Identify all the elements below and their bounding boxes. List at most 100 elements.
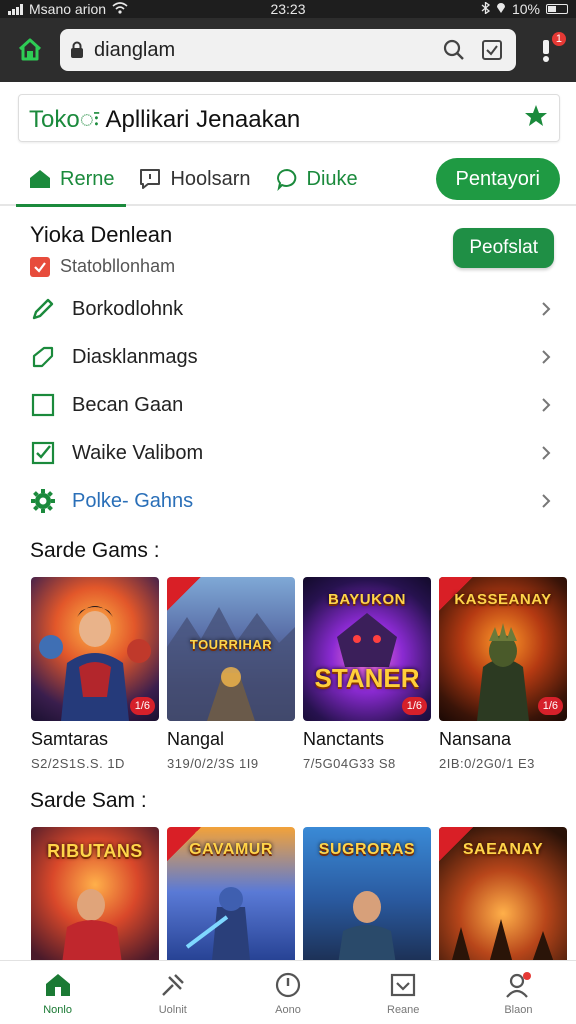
game-art-title: BAYUKON [328,591,406,608]
game-card[interactable]: BAYUKON STANER 1/6 Nanctants 7/5G04G33 S… [303,577,431,771]
wifi-icon [112,1,128,17]
game-name[interactable]: Samtaras [31,729,159,750]
game-name[interactable]: Nansana [439,729,567,750]
game-card[interactable]: 1/6 Samtaras S2/2S1S.S. 1D [31,577,159,771]
nav-label: Blaon [504,1003,533,1016]
menu-item-2[interactable]: Diasklanmags [0,333,576,381]
tab-label: Hoolsarn [170,167,251,190]
store-title: Tokoः Apllikari Jenaakan [29,102,523,135]
tab-chat[interactable]: Diuke [263,153,370,205]
bottom-navigation: Nonlo Uolnit Aono Reane Blaon [0,960,576,1024]
tab-messages[interactable]: Hoolsarn [126,153,262,205]
url-text[interactable]: dianglam [94,39,430,62]
tab-home[interactable]: Rerne [16,153,127,207]
nav-tools[interactable]: Uolnit [115,961,230,1024]
nav-profile[interactable]: Blaon [461,961,576,1024]
search-icon[interactable] [440,36,468,64]
address-bar[interactable]: dianglam [60,29,516,71]
profile-icon [503,970,533,1000]
game-card[interactable]: SUGRORAS [303,827,431,971]
checkbox-empty-icon [30,392,56,418]
game-thumbnail[interactable]: RIBUTANS [31,827,159,971]
tab-label: Diuke [306,167,358,190]
game-art-title: GAVAMUR [189,841,273,858]
nav-inbox[interactable]: Reane [346,961,461,1024]
chevron-right-icon [542,398,551,412]
message-icon [140,169,161,189]
menu-item-1[interactable]: Borkodlohnk [0,285,576,333]
pay-button[interactable]: Pentayori [435,158,560,200]
tabs-icon[interactable] [478,36,506,64]
bluetooth-icon [481,1,491,17]
menu-item-5[interactable]: Polke- Gahns [0,477,576,525]
game-art-title: TOURRIHAR [189,637,273,652]
game-thumbnail[interactable]: TOURRIHAR [167,577,295,721]
section-header: Yioka Denlean Statobllonham Peofslat [0,222,576,277]
game-card[interactable]: SAEANAY [439,827,567,971]
chevron-right-icon [542,302,551,316]
notification-button[interactable]: 1 [526,30,566,70]
status-text: Statobllonham [60,256,176,276]
game-thumbnail[interactable]: 1/6 [31,577,159,721]
game-thumbnail[interactable]: GAVAMUR [167,827,295,971]
star-icon[interactable] [523,103,549,134]
tab-label: Rerne [60,167,115,190]
signal-icon [8,3,23,15]
menu-item-label: Becan Gaan [72,393,184,416]
nav-label: Aono [275,1003,301,1016]
home-icon [30,170,50,188]
store-title-accent: Tokoः [29,105,99,133]
game-badge: 1/6 [537,697,563,715]
game-art-title: SUGRORAS [318,841,416,858]
game-card[interactable]: GAVAMUR [167,827,295,971]
game-name[interactable]: Nanctants [303,729,431,750]
menu-item-4[interactable]: Waike Valibom [0,429,576,477]
game-meta: 7/5G04G33 S8 [303,756,396,771]
clock-icon [273,970,303,1000]
notification-badge: 1 [551,32,566,46]
game-art-subtitle: STANER [314,663,420,693]
settings-menu: Borkodlohnk Diasklanmags Becan Gaan Waik… [0,285,576,525]
chevron-right-icon [542,494,551,508]
location-icon [496,1,506,17]
primary-action-button[interactable]: Peofslat [453,228,554,268]
nav-label: Reane [387,1003,420,1016]
game-thumbnail[interactable]: SUGRORAS [303,827,431,971]
nav-label: Nonlo [43,1003,72,1016]
game-art-title: KASSEANAY [454,591,552,608]
game-name[interactable]: Nangal [167,729,295,750]
tools-icon [158,970,188,1000]
store-title-rest: Apllikari Jenaakan [105,105,301,133]
chat-icon [276,168,296,191]
game-art-title: RIBUTANS [47,841,143,861]
browser-toolbar: dianglam 1 [0,18,576,82]
battery-percent: 10% [511,1,540,17]
clock-time: 23:23 [270,1,306,17]
game-card[interactable]: KASSEANAY 1/6 Nansana 2IB:0/2G0/1 E3 [439,577,567,771]
home-button[interactable] [10,30,50,70]
game-thumbnail[interactable]: KASSEANAY 1/6 [439,577,567,721]
chevron-right-icon [542,350,551,364]
game-thumbnail[interactable]: BAYUKON STANER 1/6 [303,577,431,721]
menu-item-label: Waike Valibom [72,441,204,464]
checkbox-checked-icon[interactable] [30,256,50,277]
games-row-1: 1/6 Samtaras S2/2S1S.S. 1D TOURRIHAR Nan… [0,577,576,771]
games-section-title: Sarde Gams : [30,539,160,562]
carrier-label: Msano arion [29,1,107,17]
home-icon [43,970,73,1000]
game-meta: 319/0/2/3S 1I9 [167,756,259,771]
nav-home[interactable]: Nonlo [0,961,115,1024]
menu-item-label: Polke- Gahns [72,489,194,512]
game-card[interactable]: RIBUTANS [31,827,159,971]
game-card[interactable]: TOURRIHAR Nangal 319/0/2/3S 1I9 [167,577,295,771]
menu-item-3[interactable]: Becan Gaan [0,381,576,429]
game-thumbnail[interactable]: SAEANAY [439,827,567,971]
games-row-2: RIBUTANS GAVAMUR SUGRORAS SAEANAY [0,827,576,971]
nav-activity[interactable]: Aono [230,961,345,1024]
lock-icon [71,41,83,58]
pencil-icon [30,296,56,322]
chevron-right-icon [542,446,551,460]
home-icon [18,38,42,61]
menu-item-label: Borkodlohnk [72,297,184,320]
checkbox-checked-icon [30,440,56,466]
